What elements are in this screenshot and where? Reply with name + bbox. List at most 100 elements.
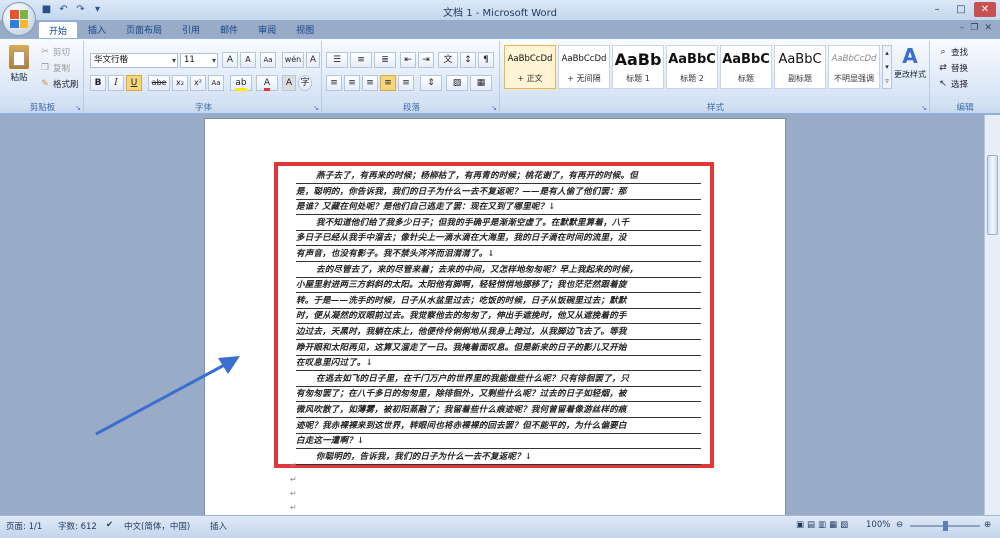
increase-indent-button[interactable]: ⇥ [418,52,434,68]
status-word-count[interactable]: 字数: 612 [58,520,97,532]
text-line[interactable]: 白走这一遭啊？↓ [296,435,701,450]
replace-button[interactable]: ⇄ 替换 [934,60,971,75]
justify-button[interactable]: ≡ [380,75,396,91]
style-heading-2[interactable]: AaBbC 标题 2 [666,45,718,89]
style-normal[interactable]: AaBbCcDd + 正文 [504,45,556,89]
text-line[interactable]: 燕子去了，有再来的时候；杨柳枯了，有再青的时候；桃花谢了，有再开的时候。但 [296,170,701,184]
tab-insert[interactable]: 插入 [78,21,116,39]
underline-button[interactable]: U [126,75,142,91]
minimize-button[interactable]: – [926,2,948,17]
text-line[interactable]: 是谁？又藏在何处呢？是他们自己逃走了罢：现在又到了哪里呢？↓ [296,201,701,216]
sort-button[interactable]: ↕ [460,52,476,68]
align-right-button[interactable]: ≡ [362,75,378,91]
status-insert-mode[interactable]: 插入 [210,520,227,532]
superscript-button[interactable]: x² [190,75,206,91]
shading-button[interactable]: ▨ [446,75,468,91]
char-shading-button[interactable]: A [282,75,296,91]
text-line[interactable]: 你聪明的，告诉我，我们的日子为什么一去不复返呢？↓ [296,451,701,465]
zoom-out-icon[interactable]: ⊖ [896,520,903,530]
text-line[interactable]: 时，便从凝然的双眼前过去。我觉察他去的匆匆了，伸出手遮挽时，他又从遮挽着的手 [296,310,701,325]
style-no-spacing[interactable]: AaBbCcDd + 无间隔 [558,45,610,89]
clipboard-dialog-launcher-icon[interactable]: ↘ [75,104,81,112]
text-line[interactable]: 微风吹散了，如薄雾，被初阳蒸融了；我留着些什么痕迹呢？我何曾留着像游丝样的痕 [296,404,701,418]
status-page[interactable]: 页面: 1/1 [6,520,42,532]
close-button[interactable]: ✕ [974,2,996,17]
doc-restore-icon[interactable]: ❐ [970,23,978,33]
zoom-slider-thumb[interactable] [943,521,948,531]
tab-page-layout[interactable]: 页面布局 [116,21,172,39]
doc-minimize-icon[interactable]: – [960,23,965,33]
tab-view[interactable]: 视图 [286,21,324,39]
strikethrough-button[interactable]: abe [148,75,170,91]
subscript-button[interactable]: x₂ [172,75,188,91]
view-buttons[interactable]: ▣▤▥▦▧ [796,520,851,530]
borders-button[interactable]: ▦ [470,75,492,91]
cn-layout-button[interactable]: 文 [438,52,458,68]
line-spacing-button[interactable]: ⇕ [420,75,442,91]
text-line[interactable]: 在叹息里闪过了。↓ [296,357,701,372]
maximize-button[interactable]: □ [950,2,972,17]
decrease-indent-button[interactable]: ⇤ [400,52,416,68]
text-line[interactable]: 多日子已经从我手中溜去；像针尖上一滴水滴在大海里，我的日子滴在时间的流里，没 [296,232,701,247]
text-line[interactable]: 有匆匆罢了；在八千多日的匆匆里，除徘徊外，又剩些什么呢？过去的日子如轻烟，被 [296,388,701,403]
numbering-button[interactable]: ≡ [350,52,372,68]
spellcheck-icon[interactable]: ✔ [106,520,113,530]
clear-format-button[interactable]: Aa [260,52,276,68]
text-line[interactable]: 在逃去如飞的日子里，在千门万户的世界里的我能做些什么呢？只有徘徊罢了，只 [296,373,701,387]
bold-button[interactable]: B [90,75,106,91]
select-button[interactable]: ↖ 选择 [934,76,971,91]
text-line[interactable]: 迹呢？我赤裸裸来到这世界，转眼间也将赤裸裸的回去罢？但不能平的，为什么偏要白 [296,420,701,434]
cut-button[interactable]: ✂ 剪切 [36,44,73,59]
font-size-combo[interactable]: 11 [180,53,218,68]
vertical-scrollbar[interactable] [984,115,1000,515]
style-subtle-emphasis[interactable]: AaBbCcDd 不明显强调 [828,45,880,89]
multilevel-list-button[interactable]: ≣ [374,52,396,68]
text-line[interactable]: 转。于是——洗手的时候，日子从水盆里过去；吃饭的时候，日子从饭碗里过去；默默 [296,295,701,309]
align-center-button[interactable]: ≡ [344,75,360,91]
shrink-font-button[interactable]: A [240,52,256,68]
text-line[interactable]: 是，聪明的，你告诉我，我们的日子为什么一去不复返呢？——是有人偷了他们罢：那 [296,186,701,200]
text-line[interactable]: 小屋里射进两三方斜斜的太阳。太阳他有脚啊，轻轻悄悄地挪移了；我也茫茫然跟着旋 [296,279,701,294]
tab-review[interactable]: 审阅 [248,21,286,39]
text-line[interactable]: 边过去，天黑时，我躺在床上，他便伶伶俐俐地从我身上跨过，从我脚边飞去了。等我 [296,326,701,340]
char-border-button[interactable]: A [306,52,320,68]
find-button[interactable]: ⌕ 查找 [934,44,971,59]
text-line[interactable]: 睁开眼和太阳再见，这算又溜走了一日。我掩着面叹息。但是新来的日子的影儿又开始 [296,342,701,356]
italic-button[interactable]: I [108,75,124,91]
format-painter-button[interactable]: ✎ 格式刷 [36,76,82,91]
office-button[interactable] [2,2,36,36]
doc-close-icon[interactable]: ✕ [984,23,992,33]
grow-font-button[interactable]: A [222,52,238,68]
text-line[interactable]: 我不知道他们给了我多少日子；但我的手确乎是渐渐空虚了。在默默里算着，八千 [296,217,701,231]
paste-button[interactable]: 粘贴 [6,45,32,89]
zoom-level[interactable]: 100% [866,520,890,530]
status-language[interactable]: 中文(简体，中国) [124,520,190,532]
tab-home[interactable]: 开始 [38,21,79,39]
font-dialog-launcher-icon[interactable]: ↘ [313,104,319,112]
align-left-button[interactable]: ≡ [326,75,342,91]
text-line[interactable]: 有声音，也没有影子。我不禁头涔涔而泪潸潸了。↓ [296,248,701,262]
bullets-button[interactable]: ☰ [326,52,348,68]
copy-button[interactable]: ❐ 复制 [36,60,73,75]
zoom-in-icon[interactable]: ⊕ [984,520,991,530]
font-name-combo[interactable]: 华文行楷 [90,53,178,68]
enclose-char-button[interactable]: 字 [298,75,312,91]
show-marks-button[interactable]: ¶ [478,52,494,68]
highlight-button[interactable]: ab [230,75,252,91]
paragraph-dialog-launcher-icon[interactable]: ↘ [491,104,497,112]
text-line[interactable]: 去的尽管去了，来的尽管来着；去来的中间，又怎样地匆匆呢？早上我起来的时候， [296,264,701,278]
change-styles-button[interactable]: A 更改样式 [890,43,930,93]
font-color-button[interactable]: A [256,75,278,91]
style-heading-1[interactable]: AaBb 标题 1 [612,45,664,89]
phonetic-guide-button[interactable]: wén [282,52,304,68]
scrollbar-thumb[interactable] [987,155,998,235]
styles-dialog-launcher-icon[interactable]: ↘ [921,104,927,112]
tab-references[interactable]: 引用 [172,21,210,39]
zoom-slider[interactable] [910,521,980,531]
style-subtitle[interactable]: AaBbC 副标题 [774,45,826,89]
scissors-icon: ✂ [41,46,49,57]
tab-mailings[interactable]: 邮件 [210,21,248,39]
style-title[interactable]: AaBbC 标题 [720,45,772,89]
distributed-button[interactable]: ≡ [398,75,414,91]
change-case-button[interactable]: Aa [208,75,224,91]
